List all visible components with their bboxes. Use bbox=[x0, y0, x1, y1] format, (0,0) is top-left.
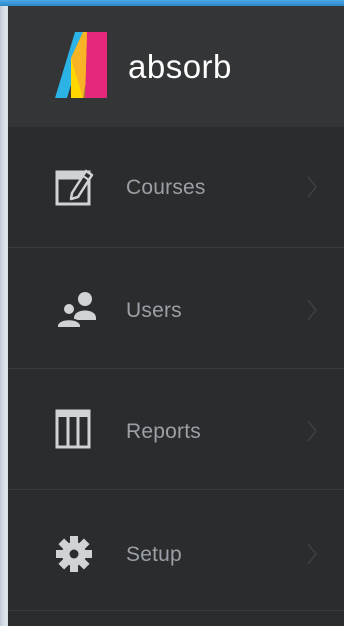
chevron-right-icon bbox=[307, 299, 318, 321]
absorb-logo-icon bbox=[55, 32, 107, 98]
chevron-right-icon bbox=[307, 543, 318, 565]
reports-table-icon bbox=[55, 409, 91, 449]
chevron-right-icon bbox=[307, 420, 318, 442]
sidebar-item-label: Courses bbox=[126, 176, 206, 199]
sidebar-nav: absorb Courses Users Reports Setup bbox=[8, 6, 344, 626]
brand-name: absorb bbox=[128, 48, 232, 85]
courses-edit-icon bbox=[55, 169, 94, 206]
brand-header[interactable]: absorb bbox=[8, 6, 344, 127]
sidebar-item-setup[interactable]: Setup bbox=[8, 490, 344, 611]
app-frame: absorb Courses Users Reports Setup bbox=[0, 0, 344, 626]
chevron-right-icon bbox=[307, 176, 318, 198]
users-icon bbox=[56, 292, 96, 329]
sidebar-item-label: Setup bbox=[126, 543, 182, 566]
sidebar-item-label: Users bbox=[126, 299, 182, 322]
sidebar-item-courses[interactable]: Courses bbox=[8, 127, 344, 248]
gear-icon bbox=[56, 536, 92, 572]
sidebar-item-users[interactable]: Users bbox=[8, 248, 344, 369]
sidebar-item-label: Reports bbox=[126, 420, 201, 443]
divider bbox=[8, 610, 344, 611]
sidebar-item-reports[interactable]: Reports bbox=[8, 369, 344, 490]
